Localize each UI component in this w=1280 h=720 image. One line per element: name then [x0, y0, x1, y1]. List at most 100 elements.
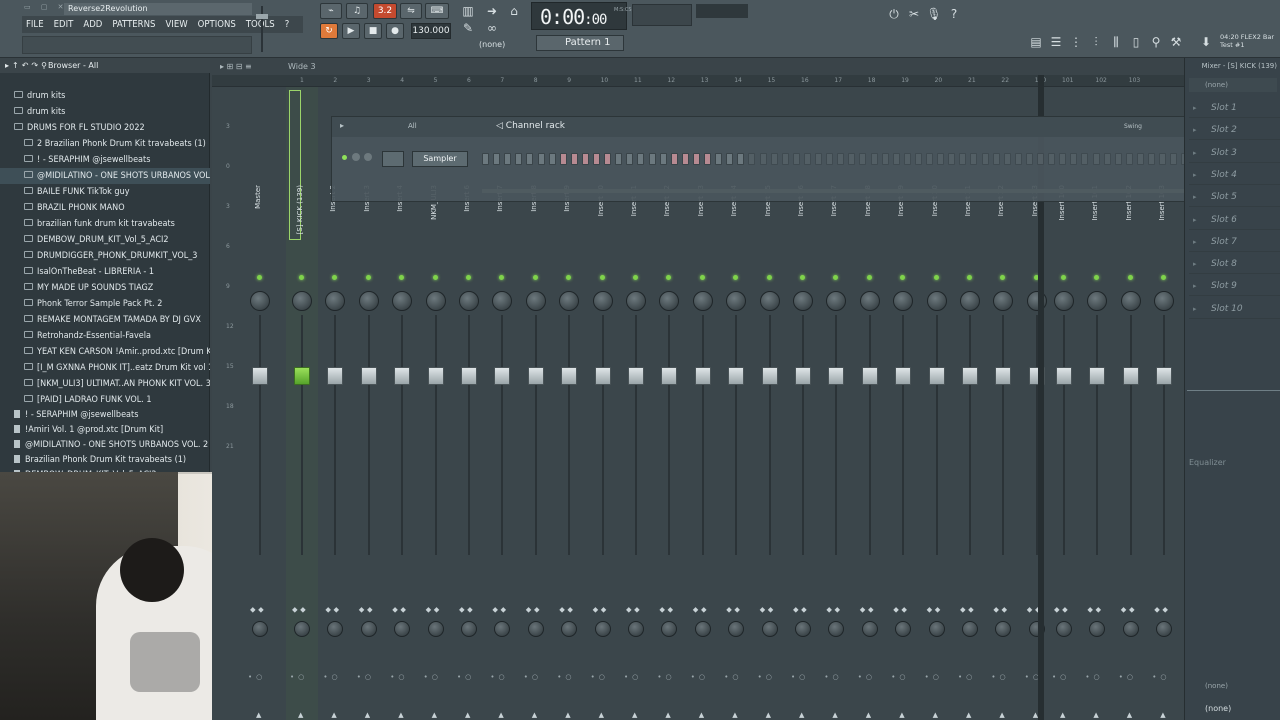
strip-route-arrows-icon[interactable]: ⬥ ⬥ — [526, 605, 540, 615]
strip-route-arrow-icon[interactable]: ▲ — [766, 711, 771, 719]
strip-mute-led[interactable] — [1000, 275, 1006, 280]
step-button[interactable] — [559, 153, 567, 165]
step-button[interactable] — [493, 153, 501, 165]
strip-link-dots[interactable]: •○ — [357, 673, 375, 681]
strip-pan-knob[interactable] — [592, 291, 613, 311]
step-button[interactable] — [781, 153, 789, 165]
fx-slot[interactable]: ▸ Slot 3 — [1189, 143, 1280, 163]
channel-rack-icon[interactable]: ☰ — [1048, 34, 1064, 50]
plugin-picker-icon[interactable]: ⚲ — [1148, 34, 1164, 50]
channel-rack-window[interactable]: ▸ All ◁ Channel rack Swing Sampler — [331, 116, 1212, 202]
strip-route-arrow-icon[interactable]: ▲ — [632, 711, 637, 719]
strip-pan-knob[interactable] — [626, 291, 646, 311]
strip-link-dots[interactable]: •○ — [457, 673, 475, 681]
browser-folder-item[interactable]: brazilian funk drum kit travabeats — [0, 216, 210, 232]
strip-pan-knob[interactable] — [525, 291, 546, 311]
strip-route-arrow-icon[interactable]: ▲ — [966, 711, 971, 719]
strip-route-arrow-icon[interactable]: ▲ — [832, 711, 837, 719]
step-button[interactable] — [1125, 153, 1133, 165]
menu-view[interactable]: VIEW — [165, 16, 187, 33]
strip-route-arrow-icon[interactable]: ▲ — [599, 711, 604, 719]
strip-route-arrow-icon[interactable]: ▲ — [799, 711, 804, 719]
link-icon[interactable]: ∞ — [484, 20, 500, 36]
step-button[interactable] — [959, 153, 967, 165]
step-button[interactable] — [593, 153, 600, 165]
strip-pan-knob[interactable] — [325, 291, 346, 311]
strip-volume-fader[interactable] — [327, 367, 344, 385]
fx-output-select-a[interactable]: (none) — [1189, 682, 1228, 690]
step-button[interactable] — [1003, 153, 1011, 165]
strip-mute-led[interactable] — [332, 275, 338, 280]
strip-pan-knob[interactable] — [659, 291, 680, 311]
fx-slot[interactable]: ▸ Slot 7 — [1189, 232, 1280, 252]
strip-route-arrows-icon[interactable]: ⬥ ⬥ — [760, 605, 774, 615]
strip-stereo-knob[interactable] — [1056, 621, 1072, 637]
strip-volume-fader[interactable] — [828, 367, 845, 385]
strip-mute-led[interactable] — [466, 275, 471, 280]
browser-file-item[interactable]: !Amiri Vol. 1 @prod.xtc [Drum Kit] — [0, 423, 210, 438]
step-button[interactable] — [948, 153, 956, 165]
browser-nav-icons[interactable]: ▸↑↶↷⚲ — [5, 58, 50, 73]
strip-route-arrow-icon[interactable]: ▲ — [331, 711, 336, 719]
channel-name-button[interactable]: Sampler — [412, 151, 468, 167]
strip-pan-knob[interactable] — [1120, 291, 1141, 311]
strip-volume-fader[interactable] — [1122, 367, 1139, 385]
browser-folder-item[interactable]: BRAZIL PHONK MANO — [0, 200, 210, 216]
strip-stereo-knob[interactable] — [928, 621, 945, 637]
strip-stereo-knob[interactable] — [394, 621, 411, 637]
master-volume-slider[interactable] — [256, 6, 268, 52]
swing-label[interactable]: Swing — [1124, 123, 1142, 130]
strip-route-arrows-icon[interactable]: ⬥ ⬥ — [559, 605, 573, 615]
strip-mute-led[interactable] — [299, 275, 304, 280]
strip-volume-fader[interactable] — [494, 367, 511, 385]
step-button[interactable] — [537, 153, 545, 165]
fx-slot[interactable]: ▸ Slot 1 — [1189, 98, 1280, 118]
browser-folder-item[interactable]: Phonk Terror Sample Pack Pt. 2 — [0, 296, 210, 312]
arrow-right-icon[interactable]: ➜ — [484, 3, 500, 19]
menu-add[interactable]: ADD — [83, 16, 102, 33]
step-button[interactable] — [737, 153, 745, 165]
step-button[interactable] — [792, 153, 800, 165]
strip-route-arrows-icon[interactable]: ⬥ ⬥ — [860, 605, 874, 615]
strip-pan-knob[interactable] — [492, 291, 513, 311]
step-button[interactable] — [1159, 153, 1167, 165]
strip-route-arrows-icon[interactable]: ⬥ ⬥ — [927, 605, 941, 615]
strip-stereo-knob[interactable] — [628, 621, 644, 637]
step-button[interactable] — [626, 153, 634, 165]
strip-route-arrow-icon[interactable]: ▲ — [256, 711, 261, 719]
snap-select[interactable]: (none) — [479, 40, 505, 49]
strip-route-arrows-icon[interactable]: ⬥ ⬥ — [693, 605, 707, 615]
strip-route-arrow-icon[interactable]: ▲ — [732, 711, 737, 719]
step-button[interactable] — [1059, 153, 1067, 165]
browser-folder-item[interactable]: DEMBOW_DRUM_KIT_Vol_5_ACI2 — [0, 232, 210, 248]
strip-volume-fader[interactable] — [728, 367, 745, 385]
browser-folder-item[interactable]: @MIDILATINO - ONE SHOTS URBANOS VOL. 2 — [0, 168, 210, 184]
strip-mute-led[interactable] — [866, 275, 872, 280]
browser-file-item[interactable]: @MIDILATINO - ONE SHOTS URBANOS VOL. 2 — [0, 438, 210, 453]
menu-options[interactable]: OPTIONS — [198, 16, 236, 33]
strip-link-dots[interactable]: •○ — [925, 673, 943, 681]
step-button[interactable] — [870, 153, 878, 165]
strip-stereo-knob[interactable] — [728, 621, 745, 637]
strip-link-dots[interactable]: •○ — [1119, 673, 1137, 681]
fx-input-select[interactable]: (none) — [1189, 78, 1277, 92]
channel-rack-header[interactable]: ▸ All ◁ Channel rack Swing — [332, 117, 1212, 137]
strip-link-dots[interactable]: •○ — [1085, 673, 1103, 681]
strip-name[interactable]: Master — [254, 185, 262, 265]
strip-link-dots[interactable]: •○ — [1052, 673, 1070, 681]
strip-stereo-knob[interactable] — [1122, 621, 1139, 637]
strip-stereo-knob[interactable] — [561, 621, 578, 637]
strip-mute-led[interactable] — [599, 275, 605, 280]
strip-pan-knob[interactable] — [392, 291, 413, 311]
strip-stereo-knob[interactable] — [427, 621, 444, 637]
strip-link-dots[interactable]: •○ — [657, 673, 675, 681]
step-button[interactable] — [903, 153, 911, 165]
wrench-icon[interactable]: ⚒ — [1168, 34, 1184, 50]
browser-folder-item[interactable]: MY MADE UP SOUNDS TIAGZ — [0, 280, 210, 296]
strip-pan-knob[interactable] — [358, 291, 379, 311]
strip-stereo-knob[interactable] — [527, 621, 544, 637]
step-button[interactable] — [648, 153, 656, 165]
strip-mute-led[interactable] — [1161, 275, 1167, 280]
strip-stereo-knob[interactable] — [1089, 621, 1106, 637]
strip-pan-knob[interactable] — [1087, 291, 1108, 311]
